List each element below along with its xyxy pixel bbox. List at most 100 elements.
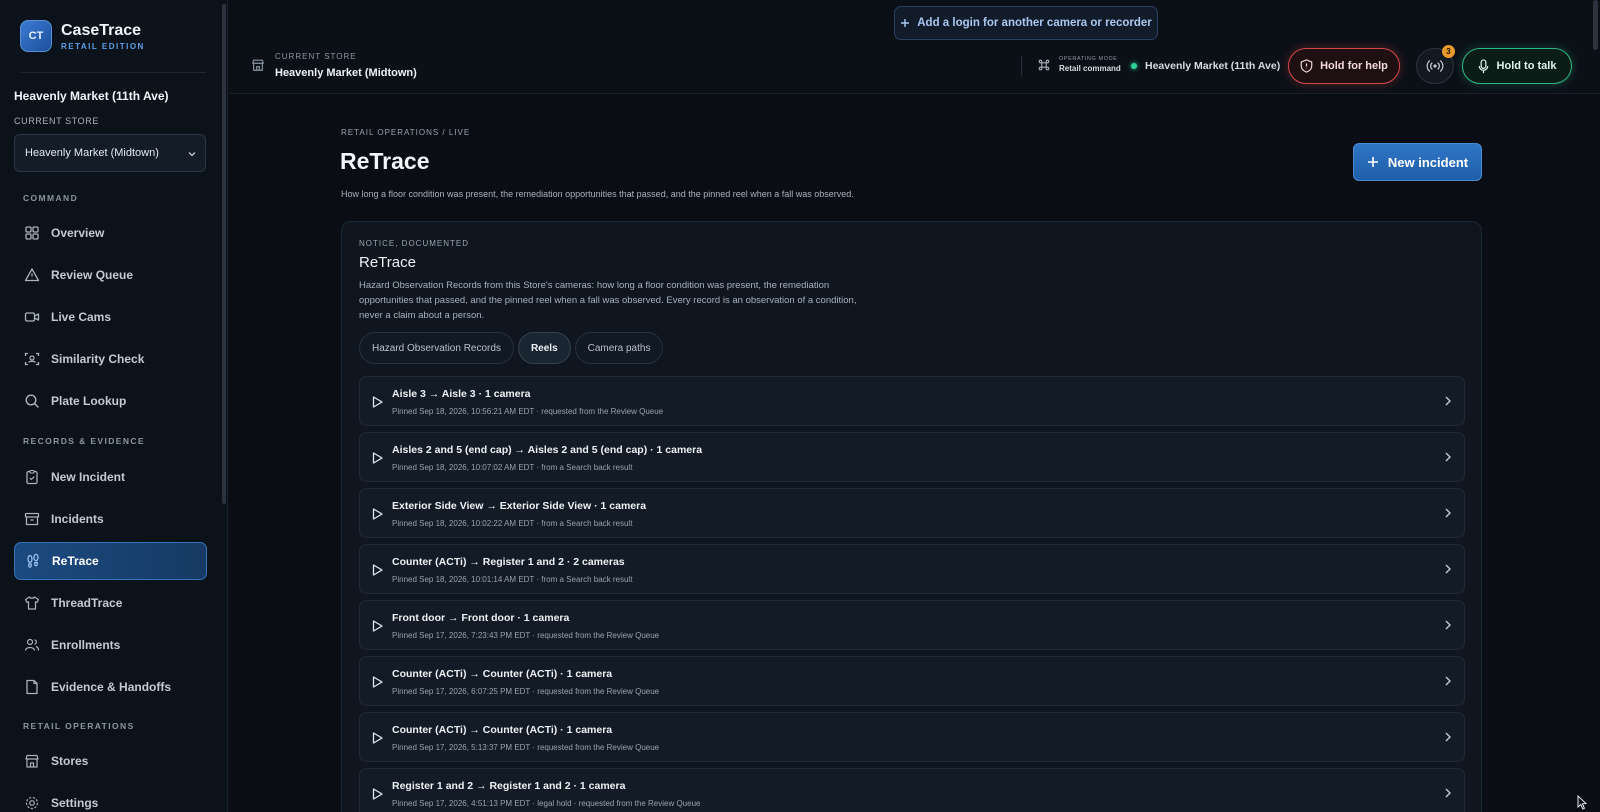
hold-for-help-button[interactable]: Hold for help bbox=[1288, 48, 1400, 84]
chevron-down-icon bbox=[188, 152, 196, 157]
list-item[interactable]: Register 1 and 2 → Register 1 and 2 · 1 … bbox=[359, 768, 1465, 812]
card-eyebrow: NOTICE, DOCUMENTED bbox=[359, 239, 469, 248]
plus-icon bbox=[901, 19, 910, 27]
tab-camera-paths[interactable]: Camera paths bbox=[574, 332, 664, 364]
add-login-button[interactable]: Add a login for another camera or record… bbox=[894, 6, 1158, 40]
sidebar-item-settings[interactable]: Settings bbox=[14, 784, 207, 812]
sidebar-item-threadtrace[interactable]: ThreadTrace bbox=[14, 584, 207, 622]
operating-mode[interactable]: OPERATING MODE Retail command bbox=[1037, 56, 1121, 73]
list-item[interactable]: Counter (ACTi) → Register 1 and 2 · 2 ca… bbox=[359, 544, 1465, 594]
new-incident-label: New incident bbox=[1387, 154, 1469, 170]
sidebar-item-label: Enrollments bbox=[51, 638, 121, 652]
hold-to-talk-label: Hold to talk bbox=[1496, 60, 1557, 72]
play-icon bbox=[372, 676, 383, 688]
section-command: COMMAND bbox=[23, 193, 79, 203]
tab-reels[interactable]: Reels bbox=[517, 332, 571, 364]
play-icon bbox=[372, 508, 383, 520]
archive-box-icon bbox=[24, 512, 40, 526]
sidebar-item-plate-lookup[interactable]: Plate Lookup bbox=[14, 382, 207, 420]
sidebar-scrollbar[interactable] bbox=[222, 4, 226, 504]
new-incident-button[interactable]: New incident bbox=[1353, 143, 1482, 181]
sidebar-item-evidence-handoffs[interactable]: Evidence & Handoffs bbox=[14, 668, 207, 706]
sidebar-item-label: Live Cams bbox=[51, 310, 112, 324]
store-select[interactable]: Heavenly Market (Midtown) bbox=[14, 134, 206, 172]
sidebar-item-label: Incidents bbox=[51, 512, 104, 526]
reel-meta: Pinned Sep 17, 2026, 5:13:37 PM EDT · re… bbox=[392, 743, 660, 752]
play-icon bbox=[372, 564, 383, 576]
current-store-name: Heavenly Market (Midtown) bbox=[275, 67, 417, 79]
alert-triangle-icon bbox=[24, 268, 40, 282]
command-icon bbox=[1038, 59, 1050, 70]
reel-title: Counter (ACTi) → Counter (ACTi) · 1 came… bbox=[392, 724, 613, 736]
users-icon bbox=[24, 638, 40, 651]
sidebar-item-stores[interactable]: Stores bbox=[14, 742, 207, 780]
tab-hazard-observation-records[interactable]: Hazard Observation Records bbox=[359, 332, 514, 364]
brand[interactable]: CT CaseTrace RETAIL EDITION bbox=[20, 20, 145, 52]
location-status: Heavenly Market (11th Ave) bbox=[1131, 60, 1280, 72]
play-icon bbox=[372, 452, 383, 464]
reel-list: Aisle 3 → Aisle 3 · 1 camera Pinned Sep … bbox=[359, 376, 1465, 812]
sidebar-item-similarity-check[interactable]: Similarity Check bbox=[14, 340, 207, 378]
section-records: RECORDS & EVIDENCE bbox=[23, 436, 146, 446]
sidebar-item-label: Evidence & Handoffs bbox=[51, 680, 172, 694]
grid-icon bbox=[25, 226, 39, 240]
reel-title: Front door → Front door · 1 camera bbox=[392, 612, 570, 624]
page-subtitle: How long a floor condition was present, … bbox=[341, 189, 854, 199]
reel-meta: Pinned Sep 18, 2026, 10:56:21 AM EDT · r… bbox=[392, 407, 664, 416]
chevron-right-icon bbox=[1445, 732, 1451, 742]
list-item[interactable]: Exterior Side View → Exterior Side View … bbox=[359, 488, 1465, 538]
brand-logo: CT bbox=[20, 20, 52, 52]
mouse-cursor-icon bbox=[1577, 795, 1587, 810]
brand-edition: RETAIL EDITION bbox=[61, 42, 145, 51]
chevron-right-icon bbox=[1445, 564, 1451, 574]
plus-icon bbox=[1367, 157, 1378, 167]
chevron-right-icon bbox=[1445, 620, 1451, 630]
list-item[interactable]: Counter (ACTi) → Counter (ACTi) · 1 came… bbox=[359, 656, 1465, 706]
reel-title: Aisles 2 and 5 (end cap) → Aisles 2 and … bbox=[392, 444, 703, 456]
hold-to-talk-button[interactable]: Hold to talk bbox=[1462, 48, 1572, 84]
video-camera-icon bbox=[24, 312, 40, 322]
sidebar-item-label: Similarity Check bbox=[51, 352, 145, 366]
current-store-label: CURRENT STORE bbox=[275, 52, 357, 61]
sidebar-item-overview[interactable]: Overview bbox=[14, 214, 207, 252]
sidebar-item-live-cams[interactable]: Live Cams bbox=[14, 298, 207, 336]
play-icon bbox=[372, 788, 383, 800]
notification-badge: 3 bbox=[1442, 45, 1455, 58]
clipboard-icon bbox=[26, 469, 38, 485]
page-title: ReTrace bbox=[340, 148, 430, 174]
sidebar-divider bbox=[20, 72, 206, 73]
main-content: RETAIL OPERATIONS / LIVE ReTrace How lon… bbox=[229, 95, 1600, 812]
add-login-label: Add a login for another camera or record… bbox=[917, 17, 1152, 29]
sidebar-item-enrollments[interactable]: Enrollments bbox=[14, 626, 207, 664]
play-icon bbox=[372, 732, 383, 744]
chevron-right-icon bbox=[1445, 508, 1451, 518]
sidebar-item-retrace[interactable]: ReTrace bbox=[14, 542, 207, 580]
status-dot bbox=[1131, 63, 1137, 69]
sidebar-item-incidents[interactable]: Incidents bbox=[14, 500, 207, 538]
reel-title: Aisle 3 → Aisle 3 · 1 camera bbox=[392, 388, 531, 400]
sidebar-item-label: Plate Lookup bbox=[51, 394, 127, 408]
sidebar-item-label: Overview bbox=[51, 226, 105, 240]
list-item[interactable]: Counter (ACTi) → Counter (ACTi) · 1 came… bbox=[359, 712, 1465, 762]
page-scrollbar[interactable] bbox=[1593, 0, 1598, 50]
list-item[interactable]: Aisle 3 → Aisle 3 · 1 camera Pinned Sep … bbox=[359, 376, 1465, 426]
sidebar-store-label: CURRENT STORE bbox=[14, 116, 99, 126]
retrace-card: NOTICE, DOCUMENTED ReTrace Hazard Observ… bbox=[341, 221, 1482, 812]
broadcast-icon bbox=[1426, 60, 1444, 72]
sidebar-item-new-incident[interactable]: New Incident bbox=[14, 458, 207, 496]
reel-meta: Pinned Sep 17, 2026, 4:51:13 PM EDT · le… bbox=[392, 799, 701, 808]
sidebar: CT CaseTrace RETAIL EDITION Heavenly Mar… bbox=[0, 0, 228, 812]
operating-mode-label: OPERATING MODE bbox=[1059, 56, 1118, 62]
reel-meta: Pinned Sep 17, 2026, 7:23:43 PM EDT · re… bbox=[392, 631, 660, 640]
topbar-current-store: CURRENT STORE Heavenly Market (Midtown) bbox=[251, 52, 417, 79]
sidebar-item-review-queue[interactable]: Review Queue bbox=[14, 256, 207, 294]
sidebar-item-label: New Incident bbox=[51, 470, 126, 484]
sidebar-store-name: Heavenly Market (11th Ave) bbox=[14, 89, 169, 103]
reel-title: Counter (ACTi) → Register 1 and 2 · 2 ca… bbox=[392, 556, 625, 568]
list-item[interactable]: Aisles 2 and 5 (end cap) → Aisles 2 and … bbox=[359, 432, 1465, 482]
reel-title: Counter (ACTi) → Counter (ACTi) · 1 came… bbox=[392, 668, 613, 680]
card-description: Hazard Observation Records from this Sto… bbox=[359, 280, 857, 321]
breadcrumb: RETAIL OPERATIONS / LIVE bbox=[341, 128, 471, 137]
store-select-value: Heavenly Market (Midtown) bbox=[25, 147, 159, 159]
list-item[interactable]: Front door → Front door · 1 camera Pinne… bbox=[359, 600, 1465, 650]
